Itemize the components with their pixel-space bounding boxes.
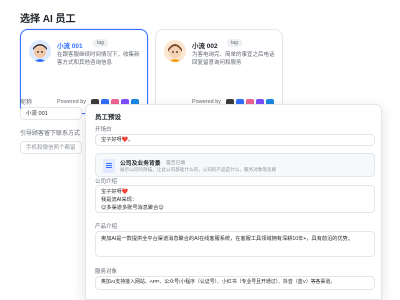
opening-input[interactable]: 宝子好呀❤️。 [95, 134, 375, 146]
agent-card-001[interactable]: 小流 001 tag 在跟客服继续时间情况下，收集新客方式和其他咨询信息 Pow… [20, 29, 148, 114]
service-label: 服务对象 [95, 269, 118, 275]
agent-tag: tag [93, 39, 108, 47]
product-textarea[interactable]: 奥加AI是一款提供全平台渠道消息聚合的AI在线客服系统，在客服工具领域拥有深耕1… [95, 231, 375, 257]
knowledge-title: 公司及业务背景 [120, 161, 161, 167]
opening-label: 开场白 [95, 127, 112, 133]
service-textarea[interactable]: 奥加AI支持接入网站、APP、公众号/小程序（认证号）、小红书（专业号且开通过）… [95, 276, 375, 290]
powered-by-label: Powered by [57, 99, 87, 105]
agent-name: 小流 001 [57, 43, 83, 50]
knowledge-status: 是否已填 [166, 161, 186, 166]
modal-title: 员工预设 [95, 114, 121, 121]
knowledge-description: 展示公司的简描，让此公司基础什么的，公司的产品是什么，服务对象等思路 [120, 167, 277, 172]
agent-card-002[interactable]: 小流 002 tag 为客电询完、简单的事宜之后电话回复留意询问和服务 Powe… [155, 29, 283, 114]
knowledge-doc-icon [103, 159, 115, 173]
company-line: 宝子好呀❤️ [101, 189, 129, 195]
agent-description: 在跟客服继续时间情况下，收集新客方式和其他咨询信息 [57, 52, 140, 66]
knowledge-card[interactable]: 公司及业务背景 是否已填 展示公司的简描，让此公司基础什么的，公司的产品是什么，… [95, 153, 375, 177]
nickname-label: 昵称 [20, 100, 33, 106]
agent-avatar [29, 40, 51, 62]
company-textarea[interactable]: 宝子好呀❤️ 我是流AI采现： 😊多渠道多账号消息聚合😊 [95, 185, 375, 213]
company-line: 😊多渠道多账号消息聚合😊 [101, 205, 164, 211]
nickname-input[interactable]: 小流 001 [20, 107, 82, 120]
agent-name: 小流 002 [192, 43, 218, 50]
agent-avatar [164, 40, 186, 62]
agent-description: 为客电询完、简单的事宜之后电话回复留意询问和服务 [192, 52, 275, 66]
company-line: 我是流AI采现： [101, 197, 138, 203]
agent-tag: tag [227, 39, 242, 47]
guide-input[interactable]: 手机和微信两个都留 [20, 141, 82, 154]
preset-modal: 员工预设 开场白 宝子好呀❤️。 公司及业务背景 是否已填 展示公司的简描，让此… [85, 104, 382, 300]
guide-label: 引导顾客留下联系方式 [20, 131, 81, 137]
company-label: 公司介绍 [95, 179, 118, 185]
page-title: 选择 AI 员工 [20, 14, 76, 25]
product-label: 产品介绍 [95, 224, 118, 230]
